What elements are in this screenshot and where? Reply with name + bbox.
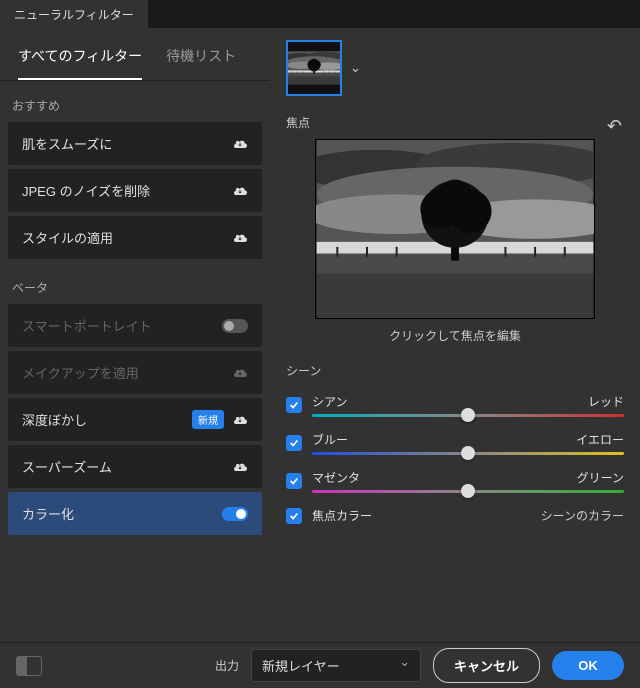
output-label: 出力 [215,657,239,674]
toggle-off-icon[interactable] [222,319,248,333]
focus-label: 焦点 [286,114,624,131]
checkbox-blue[interactable] [286,435,302,451]
cloud-download-icon [232,232,248,244]
label-green: グリーン [577,469,624,486]
section-beta: ベータ [0,263,270,304]
filter-label: メイクアップを適用 [22,363,139,382]
filter-label: JPEG のノイズを削除 [22,181,150,200]
filter-colorize[interactable]: カラー化 [8,492,262,535]
cloud-download-icon [232,367,248,379]
label-cyan: シアン [312,393,348,410]
slider-magenta-green: マゼンタ グリーン [286,469,624,493]
tab-all-filters[interactable]: すべてのフィルター [18,38,142,80]
scene-label: シーン [286,362,624,379]
slider-cyan-red: シアン レッド [286,393,624,417]
cancel-button[interactable]: キャンセル [433,648,540,683]
label-blue: ブルー [312,431,348,448]
filter-label: スマートポートレイト [22,316,152,335]
label-yellow: イエロー [576,431,624,448]
cloud-download-icon [232,461,248,473]
section-recommended: おすすめ [0,81,270,122]
filter-makeup[interactable]: メイクアップを適用 [8,351,262,394]
focus-caption: クリックして焦点を編集 [286,327,624,344]
filter-label: 肌をスムーズに [22,134,112,153]
checkbox-focal-color[interactable] [286,508,302,524]
slider-blue-yellow: ブルー イエロー [286,431,624,455]
checkbox-cyan[interactable] [286,397,302,413]
focus-image[interactable] [315,139,595,319]
filter-label: スーパーズーム [22,457,112,476]
cloud-download-icon [232,185,248,197]
filter-label: カラー化 [22,504,74,523]
filter-smart-portrait[interactable]: スマートポートレイト [8,304,262,347]
before-after-toggle[interactable] [16,656,42,676]
tab-wait-list[interactable]: 待機リスト [166,38,236,80]
label-focal-color: 焦点カラー [312,507,372,524]
row-focal-scene-color: 焦点カラー シーンのカラー [286,507,624,524]
chevron-down-icon[interactable]: ⌄ [350,60,361,76]
sidebar: すべてのフィルター 待機リスト おすすめ 肌をスムーズに JPEG のノイズを削… [0,28,270,642]
filter-depth-blur[interactable]: 深度ぼかし 新規 [8,398,262,441]
toggle-on-icon[interactable] [222,507,248,521]
ok-button[interactable]: OK [552,651,624,680]
label-red: レッド [588,393,624,410]
slider-thumb[interactable] [461,446,475,460]
filter-label: スタイルの適用 [22,228,113,247]
panel-tab[interactable]: ニューラルフィルター [0,0,148,28]
reset-icon[interactable]: ↶ [607,116,622,137]
slider-track[interactable] [312,414,624,417]
label-scene-color: シーンのカラー [541,507,624,524]
footer: 出力 新規レイヤー キャンセル OK [0,642,640,688]
filter-label: 深度ぼかし [22,410,87,429]
preview-thumbnail[interactable] [286,40,342,96]
main-panel: ⌄ ↶ 焦点 クリックして焦点を編集 シーン シアン レッド ブルー [270,28,640,642]
slider-thumb[interactable] [461,408,475,422]
filter-style-transfer[interactable]: スタイルの適用 [8,216,262,259]
cloud-download-icon [232,138,248,150]
label-magenta: マゼンタ [312,469,360,486]
output-dropdown[interactable]: 新規レイヤー [251,649,421,682]
slider-thumb[interactable] [461,484,475,498]
filter-super-zoom[interactable]: スーパーズーム [8,445,262,488]
filter-smooth-skin[interactable]: 肌をスムーズに [8,122,262,165]
slider-track[interactable] [312,490,624,493]
new-badge: 新規 [192,410,224,429]
cloud-download-icon [232,414,248,426]
checkbox-magenta[interactable] [286,473,302,489]
slider-track[interactable] [312,452,624,455]
filter-jpeg-noise[interactable]: JPEG のノイズを削除 [8,169,262,212]
